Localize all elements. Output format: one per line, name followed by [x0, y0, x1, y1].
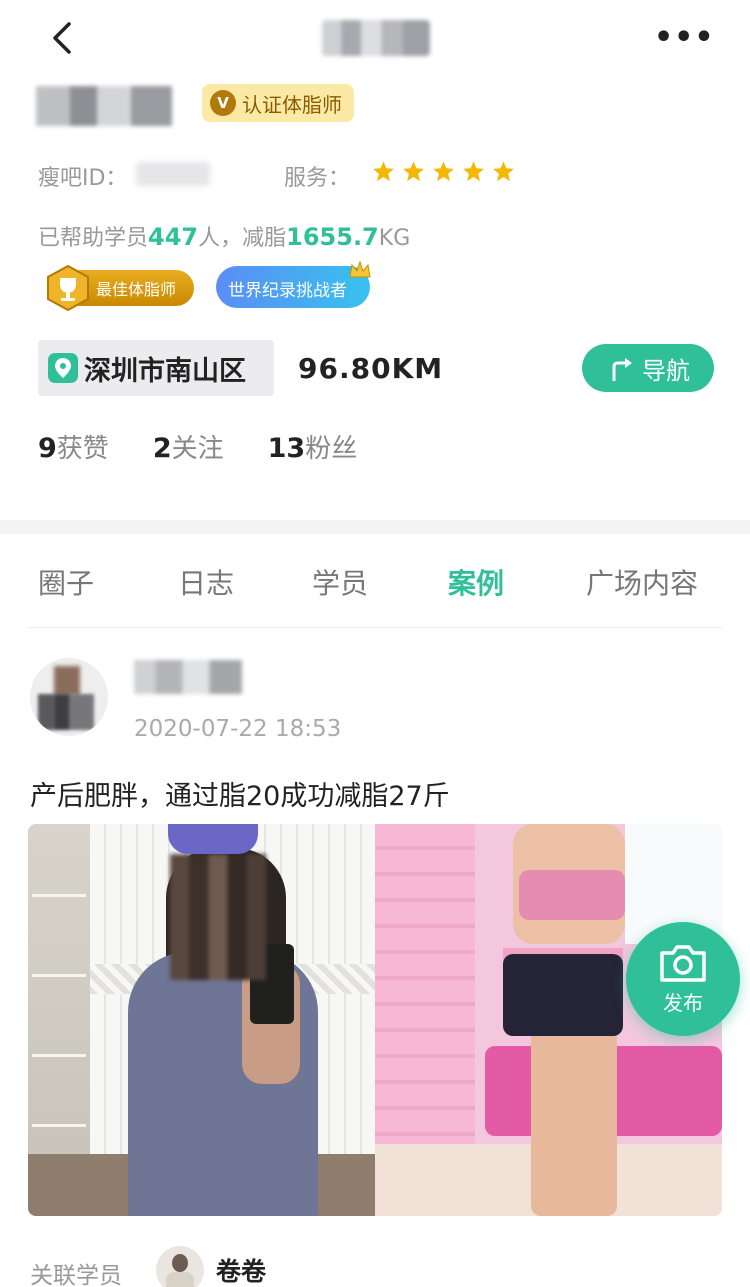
- star-icon: [373, 161, 394, 182]
- navigation-arrow-icon: [612, 358, 632, 381]
- stat-value: 9: [38, 433, 57, 464]
- help-count: 447: [148, 223, 199, 251]
- related-student-name[interactable]: 卷卷: [216, 1252, 266, 1287]
- publish-label: 发布: [663, 990, 703, 1015]
- tab-cases[interactable]: 案例: [448, 562, 504, 602]
- top-bar: •••: [0, 0, 750, 80]
- before-photo: [28, 824, 375, 1216]
- help-summary: 已帮助学员447人，减脂1655.7KG: [38, 220, 410, 252]
- camera-icon: [660, 944, 706, 982]
- location-pin-icon: [48, 353, 78, 383]
- crown-icon: [349, 260, 371, 278]
- trophy-icon: [47, 264, 89, 312]
- publish-button[interactable]: 发布: [626, 922, 740, 1036]
- help-mid: 人，减脂: [198, 226, 287, 251]
- tab-square-content[interactable]: 广场内容: [586, 562, 698, 602]
- section-divider: [0, 520, 750, 534]
- star-icon: [463, 161, 484, 182]
- post-author-name-blurred[interactable]: [134, 660, 242, 694]
- star-icon: [493, 161, 514, 182]
- post-timestamp: 2020-07-22 18:53: [134, 716, 342, 742]
- location-chip[interactable]: 深圳市南山区: [38, 340, 274, 396]
- star-icon: [433, 161, 454, 182]
- navigate-label: 导航: [642, 356, 690, 385]
- chevron-left-icon: [53, 22, 71, 54]
- service-rating-stars: [372, 160, 515, 183]
- coach-name-blurred: [36, 86, 172, 126]
- honor-badge-label: 最佳体脂师: [96, 280, 177, 299]
- face-mosaic: [170, 854, 266, 980]
- honor-badge-record-challenger[interactable]: 世界纪录挑战者: [216, 260, 371, 308]
- certified-badge: V 认证体脂师: [202, 84, 354, 122]
- stat-likes[interactable]: 9获赞: [38, 428, 109, 465]
- content-tabs: 圈子 日志 学员 案例 广场内容: [0, 540, 750, 628]
- profile-stats: 9获赞 2关注 13粉丝: [38, 428, 401, 465]
- fat-loss-unit: KG: [378, 226, 411, 251]
- location-text: 深圳市南山区: [84, 355, 246, 387]
- before-after-photo[interactable]: [28, 824, 722, 1216]
- related-student-avatar[interactable]: [156, 1246, 204, 1287]
- honor-badge-label: 世界纪录挑战者: [228, 281, 347, 301]
- fat-loss-value: 1655.7: [286, 223, 379, 251]
- post-text: 产后肥胖，通过脂20成功减脂27斤: [30, 781, 450, 812]
- certified-badge-label: 认证体脂师: [242, 92, 342, 117]
- user-id-label: 瘦吧ID：: [38, 166, 128, 191]
- stat-label: 关注: [171, 434, 224, 464]
- service-rating-label: 服务：: [284, 166, 351, 191]
- tab-journal[interactable]: 日志: [178, 562, 234, 602]
- related-student-label: 关联学员: [30, 1263, 122, 1287]
- tabs-divider: [28, 627, 722, 628]
- stat-value: 13: [267, 433, 306, 464]
- tab-students[interactable]: 学员: [312, 562, 368, 602]
- star-icon: [403, 161, 424, 182]
- post-author-avatar[interactable]: [30, 658, 108, 736]
- verified-icon: V: [210, 90, 236, 116]
- navigate-button[interactable]: 导航: [582, 344, 714, 392]
- user-id-blurred: [136, 162, 210, 186]
- stat-followers[interactable]: 13粉丝: [268, 428, 358, 465]
- stat-label: 粉丝: [305, 434, 358, 464]
- more-button[interactable]: •••: [654, 23, 714, 53]
- stat-value: 2: [152, 433, 172, 464]
- page-title-blurred: [322, 20, 430, 56]
- help-prefix: 已帮助学员: [38, 226, 149, 251]
- stat-label: 获赞: [56, 434, 109, 464]
- distance-text: 96.80KM: [298, 352, 444, 385]
- tab-circle[interactable]: 圈子: [38, 562, 94, 602]
- stat-following[interactable]: 2关注: [153, 428, 224, 465]
- back-button[interactable]: [40, 16, 86, 62]
- honor-badge-best-coach[interactable]: 最佳体脂师: [44, 264, 194, 312]
